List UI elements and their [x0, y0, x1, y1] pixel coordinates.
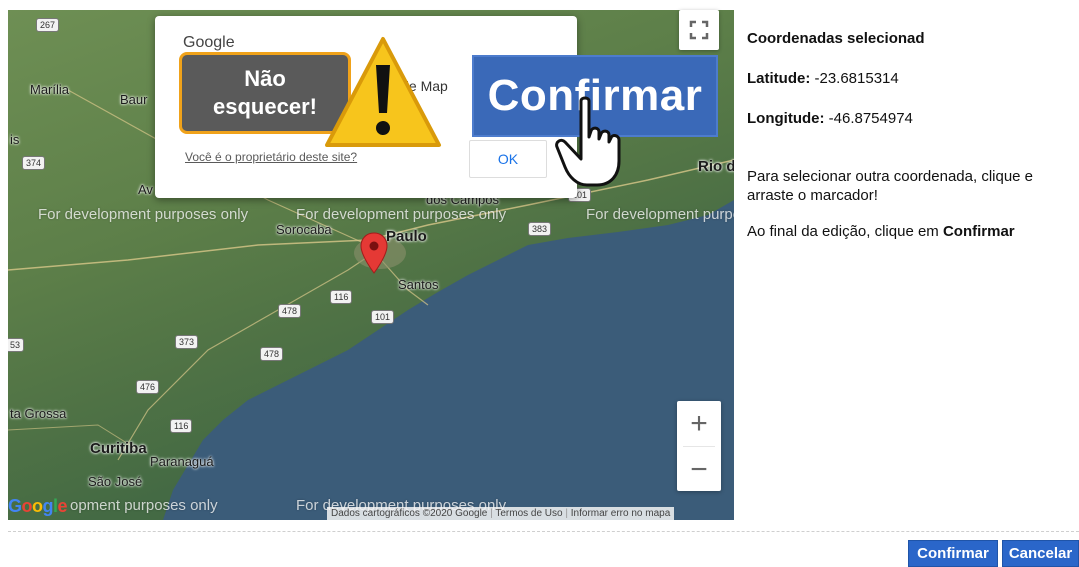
city-label: Rio d	[698, 158, 734, 175]
terms-link[interactable]: Termos de Uso	[495, 508, 562, 519]
longitude-label: Longitude:	[747, 110, 825, 127]
report-error-link[interactable]: Informar erro no mapa	[571, 508, 671, 519]
city-label: Sorocaba	[276, 222, 332, 237]
zoom-control: + −	[677, 401, 721, 491]
dev-watermark: For development purposes only	[586, 206, 734, 223]
city-label: Baur	[120, 92, 148, 107]
city-label: São José	[88, 474, 143, 489]
coordinates-panel: Coordenadas selecionad Latitude: -23.681…	[747, 30, 1079, 240]
fullscreen-button[interactable]	[679, 10, 719, 50]
highway-shield: 478	[278, 304, 302, 318]
latitude-value: -23.6815314	[810, 70, 899, 87]
latitude-row: Latitude: -23.6815314	[747, 70, 1079, 87]
location-marker[interactable]	[360, 232, 388, 279]
highway-shield: 374	[22, 156, 46, 170]
dev-watermark: opment purposes only	[70, 497, 218, 514]
owner-link[interactable]: Você é o proprietário deste site?	[185, 150, 357, 164]
reminder-line2: esquecer!	[213, 94, 317, 119]
highway-shield: 373	[175, 335, 199, 349]
city-label: Marília	[30, 82, 70, 97]
zoom-in-button[interactable]: +	[677, 401, 721, 446]
city-label: is	[10, 132, 20, 147]
warning-icon	[325, 37, 441, 147]
confirm-button[interactable]: Confirmar	[908, 540, 998, 567]
highway-shield: 476	[136, 380, 160, 394]
fullscreen-icon	[689, 20, 709, 40]
final-instruction-bold: Confirmar	[942, 223, 1015, 240]
city-label: Av	[138, 182, 153, 197]
highway-shield: 101	[371, 310, 395, 324]
dev-watermark: For development purposes only	[296, 206, 507, 223]
instruction-text: Para selecionar outra coordenada, clique…	[747, 168, 1034, 204]
highway-shield: 478	[260, 347, 284, 361]
highway-shield: 116	[170, 419, 193, 433]
google-logo: Google	[8, 496, 68, 516]
final-instruction-prefix: Ao final da edição, clique em	[747, 223, 943, 240]
attribution-data: Dados cartográficos ©2020 Google	[331, 508, 488, 519]
dialog-ok-button[interactable]: OK	[469, 140, 547, 178]
cancel-button[interactable]: Cancelar	[1002, 540, 1079, 567]
footer-divider	[8, 531, 1079, 532]
highway-shield: 53	[8, 338, 25, 352]
panel-title: Coordenadas selecionad	[747, 30, 925, 47]
longitude-row: Longitude: -46.8754974	[747, 110, 1079, 127]
city-label: ta Grossa	[10, 406, 67, 421]
highway-shield: 383	[528, 222, 552, 236]
highway-shield: 116	[330, 290, 353, 304]
pointer-hand-icon	[555, 96, 621, 187]
map-attribution: Dados cartográficos ©2020 Google | Termo…	[327, 507, 675, 520]
dev-watermark: For development purposes only	[38, 206, 249, 223]
highway-shield: 267	[36, 18, 60, 32]
latitude-label: Latitude:	[747, 70, 811, 87]
city-label: Paranaguá	[150, 454, 214, 469]
city-label: Paulo	[386, 228, 427, 245]
dialog-google-title: Google	[183, 34, 235, 51]
reminder-line1: Não	[244, 66, 286, 91]
city-label: Santos	[398, 277, 439, 292]
zoom-out-button[interactable]: −	[677, 447, 721, 492]
final-instruction: Ao final da edição, clique em Confirmar	[747, 223, 1079, 240]
city-label: Curitiba	[90, 440, 147, 457]
longitude-value: -46.8754974	[824, 110, 913, 127]
